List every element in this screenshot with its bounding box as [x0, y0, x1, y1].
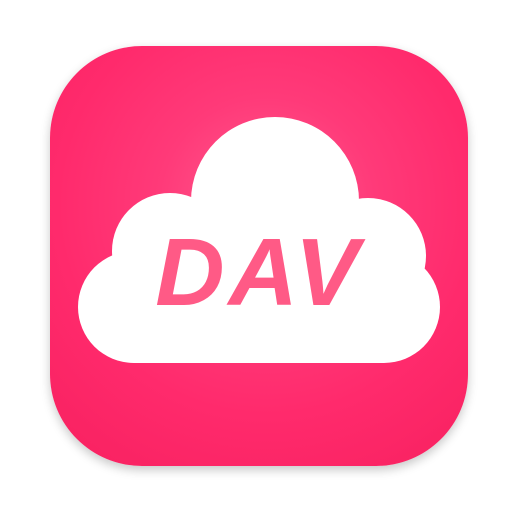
icon-canvas: DAV	[0, 0, 512, 512]
app-icon: DAV	[50, 46, 468, 466]
dav-label: DAV	[155, 219, 363, 326]
